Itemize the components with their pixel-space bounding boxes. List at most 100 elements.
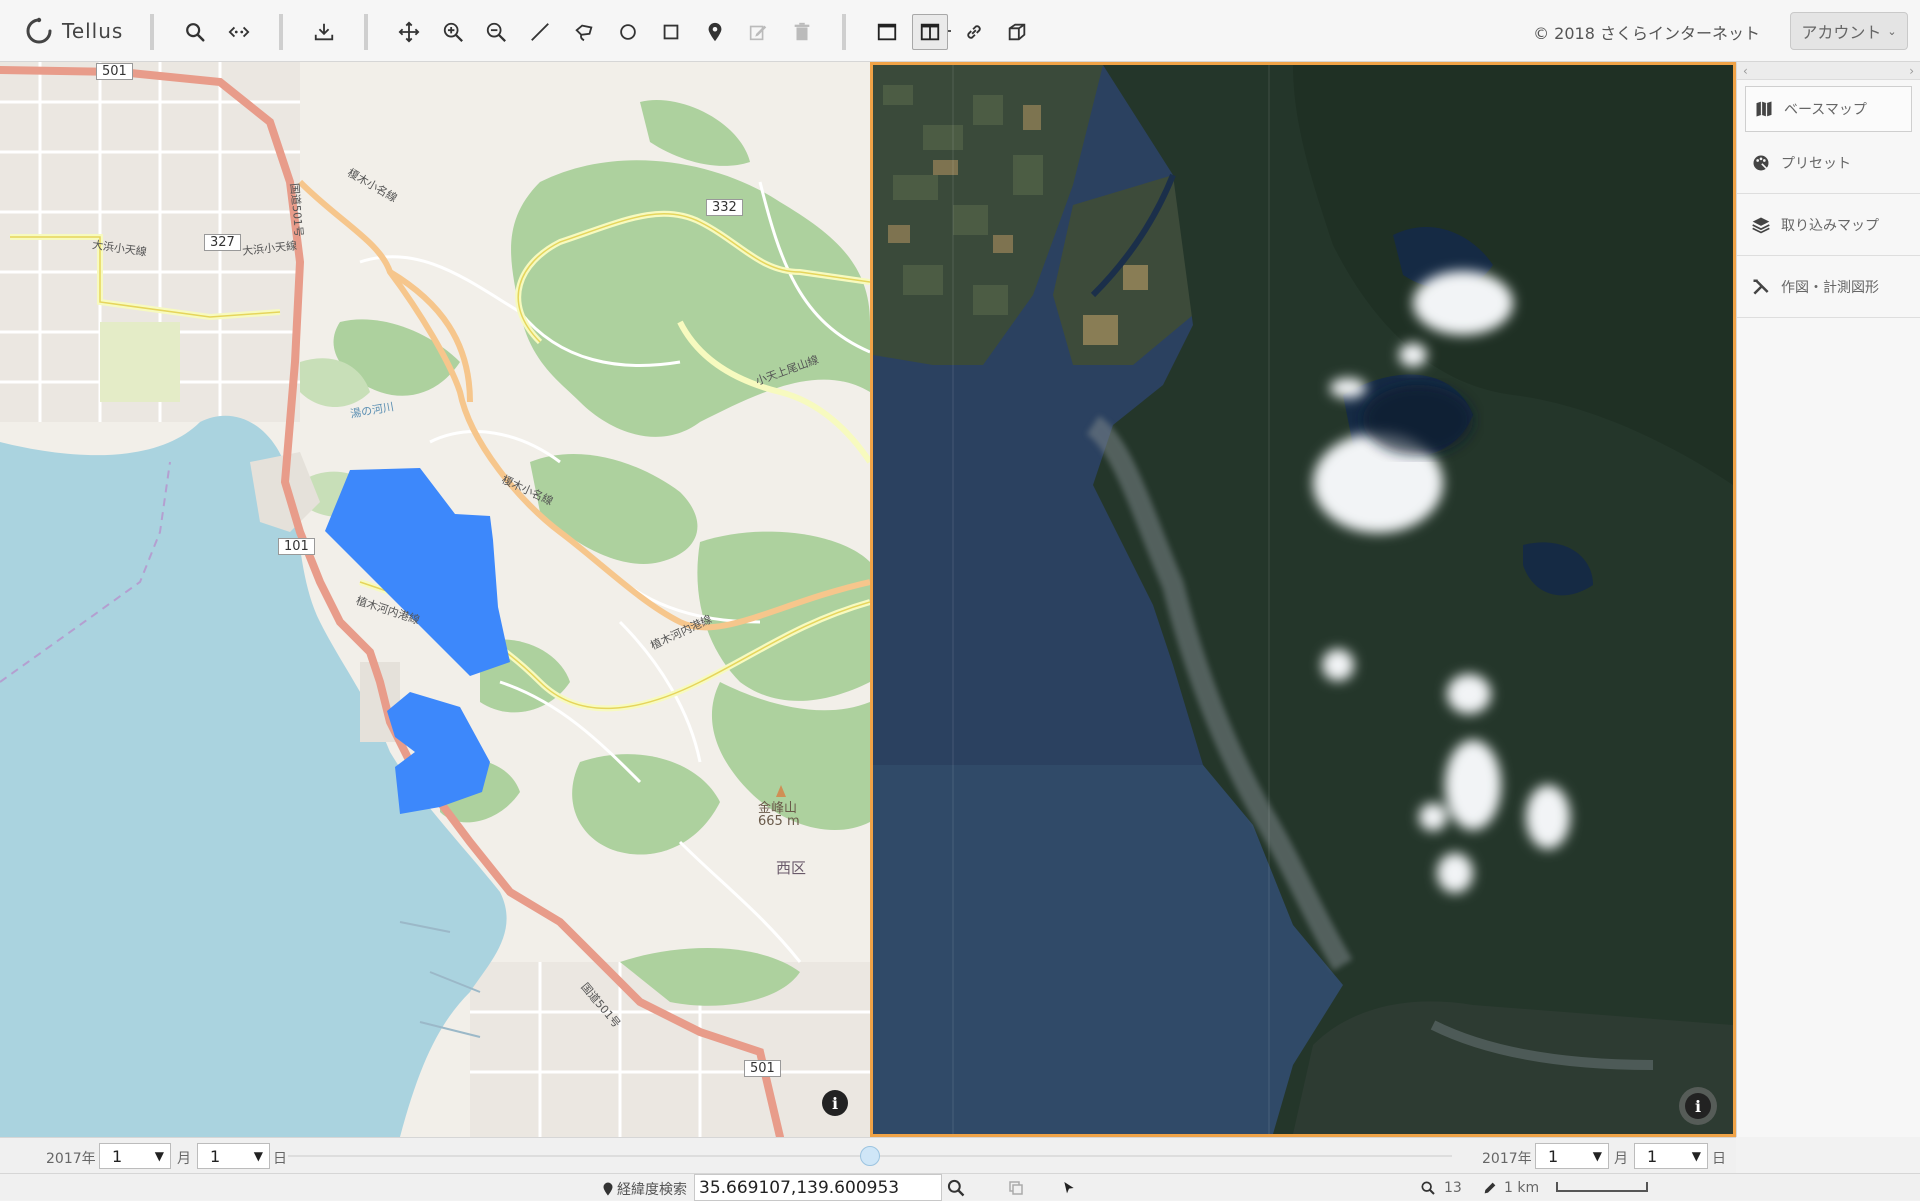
download-button[interactable] bbox=[306, 14, 342, 50]
toolbar-separator bbox=[364, 14, 368, 50]
side-panel-preset[interactable]: プリセット bbox=[1737, 132, 1920, 194]
left-street-map[interactable]: 501 327 332 101 501 大浜小天線 大浜小天線 榎木小名線 榎木… bbox=[0, 62, 870, 1137]
link-maps-button[interactable] bbox=[956, 14, 992, 50]
dropdown-arrow-icon: ▼ bbox=[1592, 1149, 1602, 1163]
copy-icon bbox=[1009, 1181, 1023, 1195]
draw-rectangle-button[interactable] bbox=[653, 14, 689, 50]
search-button[interactable] bbox=[177, 14, 213, 50]
info-icon[interactable]: i bbox=[1679, 1087, 1717, 1125]
download-icon bbox=[314, 23, 334, 41]
share-link-button[interactable] bbox=[221, 14, 257, 50]
drawing-tools-icon bbox=[1753, 278, 1769, 295]
left-day-unit: 日 bbox=[273, 1151, 287, 1167]
left-day-select[interactable]: 1 ▼ bbox=[197, 1143, 270, 1169]
palette-icon bbox=[1753, 155, 1769, 170]
zoom-level-value: 13 bbox=[1444, 1180, 1462, 1196]
panel-collapse-bar[interactable]: ‹ › bbox=[1737, 62, 1920, 80]
side-panel-label: 作図・計測図形 bbox=[1781, 279, 1879, 296]
route-shield-501-bottom: 501 bbox=[744, 1060, 781, 1077]
copyright-text: © 2018 さくらインターネット bbox=[1533, 24, 1760, 43]
right-day-select[interactable]: 1 ▼ bbox=[1634, 1143, 1708, 1169]
zoom-in-icon bbox=[443, 22, 463, 42]
side-panel-label: プリセット bbox=[1781, 155, 1851, 172]
left-year-label: 2017年 bbox=[46, 1151, 96, 1167]
account-button[interactable]: アカウント ⌄ bbox=[1790, 12, 1908, 50]
toolbar-separator bbox=[842, 14, 846, 50]
side-panel-label: ベースマップ bbox=[1784, 102, 1867, 118]
zoom-out-icon bbox=[486, 22, 506, 42]
layer-side-panel: ‹ › ベースマップ プリセット 取り込みマップ 作図・計測図形 bbox=[1736, 62, 1920, 1137]
single-window-icon bbox=[877, 23, 897, 41]
scale-bar bbox=[1556, 1182, 1648, 1192]
draw-circle-button[interactable] bbox=[610, 14, 646, 50]
tellus-logo[interactable]: Tellus bbox=[24, 12, 123, 50]
route-shield-501-top: 501 bbox=[96, 63, 133, 80]
draw-lasso-button[interactable] bbox=[566, 14, 602, 50]
scale-label: 1 km bbox=[1504, 1180, 1540, 1196]
move-arrows-icon bbox=[398, 21, 420, 43]
map-icon bbox=[1756, 101, 1772, 117]
satellite-image-canvas bbox=[873, 65, 1733, 1134]
status-bar: 経緯度検索 13 1 km bbox=[0, 1173, 1920, 1201]
edit-shape-button[interactable] bbox=[740, 14, 776, 50]
zoom-out-button[interactable] bbox=[478, 14, 514, 50]
side-panel-label: 取り込みマップ bbox=[1781, 217, 1879, 234]
line-icon bbox=[531, 23, 549, 41]
mountain-height-label: 665 m bbox=[758, 814, 800, 829]
edit-icon bbox=[749, 25, 767, 41]
right-satellite-map[interactable]: i bbox=[870, 62, 1736, 1137]
split-window-icon bbox=[920, 23, 940, 41]
dropdown-arrow-icon: ▼ bbox=[253, 1149, 263, 1163]
rectangle-icon bbox=[663, 24, 679, 40]
single-view-button[interactable] bbox=[869, 14, 905, 50]
map-pin-icon bbox=[603, 1182, 613, 1196]
code-link-icon bbox=[228, 26, 250, 38]
toolbar-dot bbox=[948, 30, 951, 32]
copy-button[interactable] bbox=[1005, 1177, 1027, 1199]
info-icon[interactable]: i bbox=[822, 1090, 848, 1116]
right-day-unit: 日 bbox=[1712, 1151, 1726, 1167]
place-marker-button[interactable] bbox=[697, 14, 733, 50]
lasso-icon bbox=[575, 24, 593, 42]
side-panel-drawing-tools[interactable]: 作図・計測図形 bbox=[1737, 256, 1920, 318]
right-month-value: 1 bbox=[1548, 1146, 1559, 1166]
left-month-value: 1 bbox=[112, 1146, 123, 1166]
chevron-left-icon[interactable]: ‹ bbox=[1743, 64, 1748, 78]
trash-icon bbox=[794, 22, 810, 41]
layers-icon bbox=[1752, 217, 1770, 233]
toolbar-separator bbox=[150, 14, 154, 50]
coordinate-search-input[interactable] bbox=[694, 1174, 942, 1201]
left-month-unit: 月 bbox=[177, 1151, 191, 1167]
pan-button[interactable] bbox=[391, 14, 427, 50]
route-shield-327: 327 bbox=[204, 234, 241, 251]
date-timeline-bar: 2017年 1 ▼ 月 1 ▼ 日 2017年 1 ▼ 月 1 ▼ 日 bbox=[0, 1137, 1736, 1173]
zoom-level-icon bbox=[1421, 1181, 1435, 1195]
right-year-label: 2017年 bbox=[1482, 1151, 1532, 1167]
left-day-value: 1 bbox=[210, 1146, 221, 1166]
coordinate-search-label: 経緯度検索 bbox=[602, 1179, 687, 1199]
dropdown-arrow-icon: ▼ bbox=[1691, 1149, 1701, 1163]
split-view-button[interactable] bbox=[912, 14, 948, 50]
toolbar-separator bbox=[279, 14, 283, 50]
pointer-button[interactable] bbox=[1058, 1177, 1080, 1199]
draw-line-button[interactable] bbox=[522, 14, 558, 50]
3d-view-button[interactable] bbox=[999, 14, 1035, 50]
right-month-select[interactable]: 1 ▼ bbox=[1535, 1143, 1609, 1169]
zoom-in-button[interactable] bbox=[435, 14, 471, 50]
cube-icon bbox=[1008, 23, 1026, 41]
side-panel-imported-maps[interactable]: 取り込みマップ bbox=[1737, 194, 1920, 256]
search-icon bbox=[947, 1179, 965, 1197]
delete-shape-button[interactable] bbox=[784, 14, 820, 50]
chevron-right-icon[interactable]: › bbox=[1909, 64, 1914, 78]
side-panel-basemap[interactable]: ベースマップ bbox=[1745, 86, 1912, 132]
route-shield-101: 101 bbox=[278, 538, 315, 555]
timeline-slider-handle[interactable] bbox=[860, 1146, 880, 1166]
pencil-icon bbox=[1484, 1182, 1496, 1194]
tellus-logo-icon bbox=[26, 17, 52, 44]
account-label: アカウント bbox=[1801, 23, 1882, 42]
map-pin-icon bbox=[708, 22, 722, 42]
coordinate-search-button[interactable] bbox=[945, 1177, 967, 1199]
ward-label: 西区 bbox=[776, 859, 807, 877]
left-month-select[interactable]: 1 ▼ bbox=[99, 1143, 171, 1169]
chain-link-icon bbox=[967, 25, 981, 39]
